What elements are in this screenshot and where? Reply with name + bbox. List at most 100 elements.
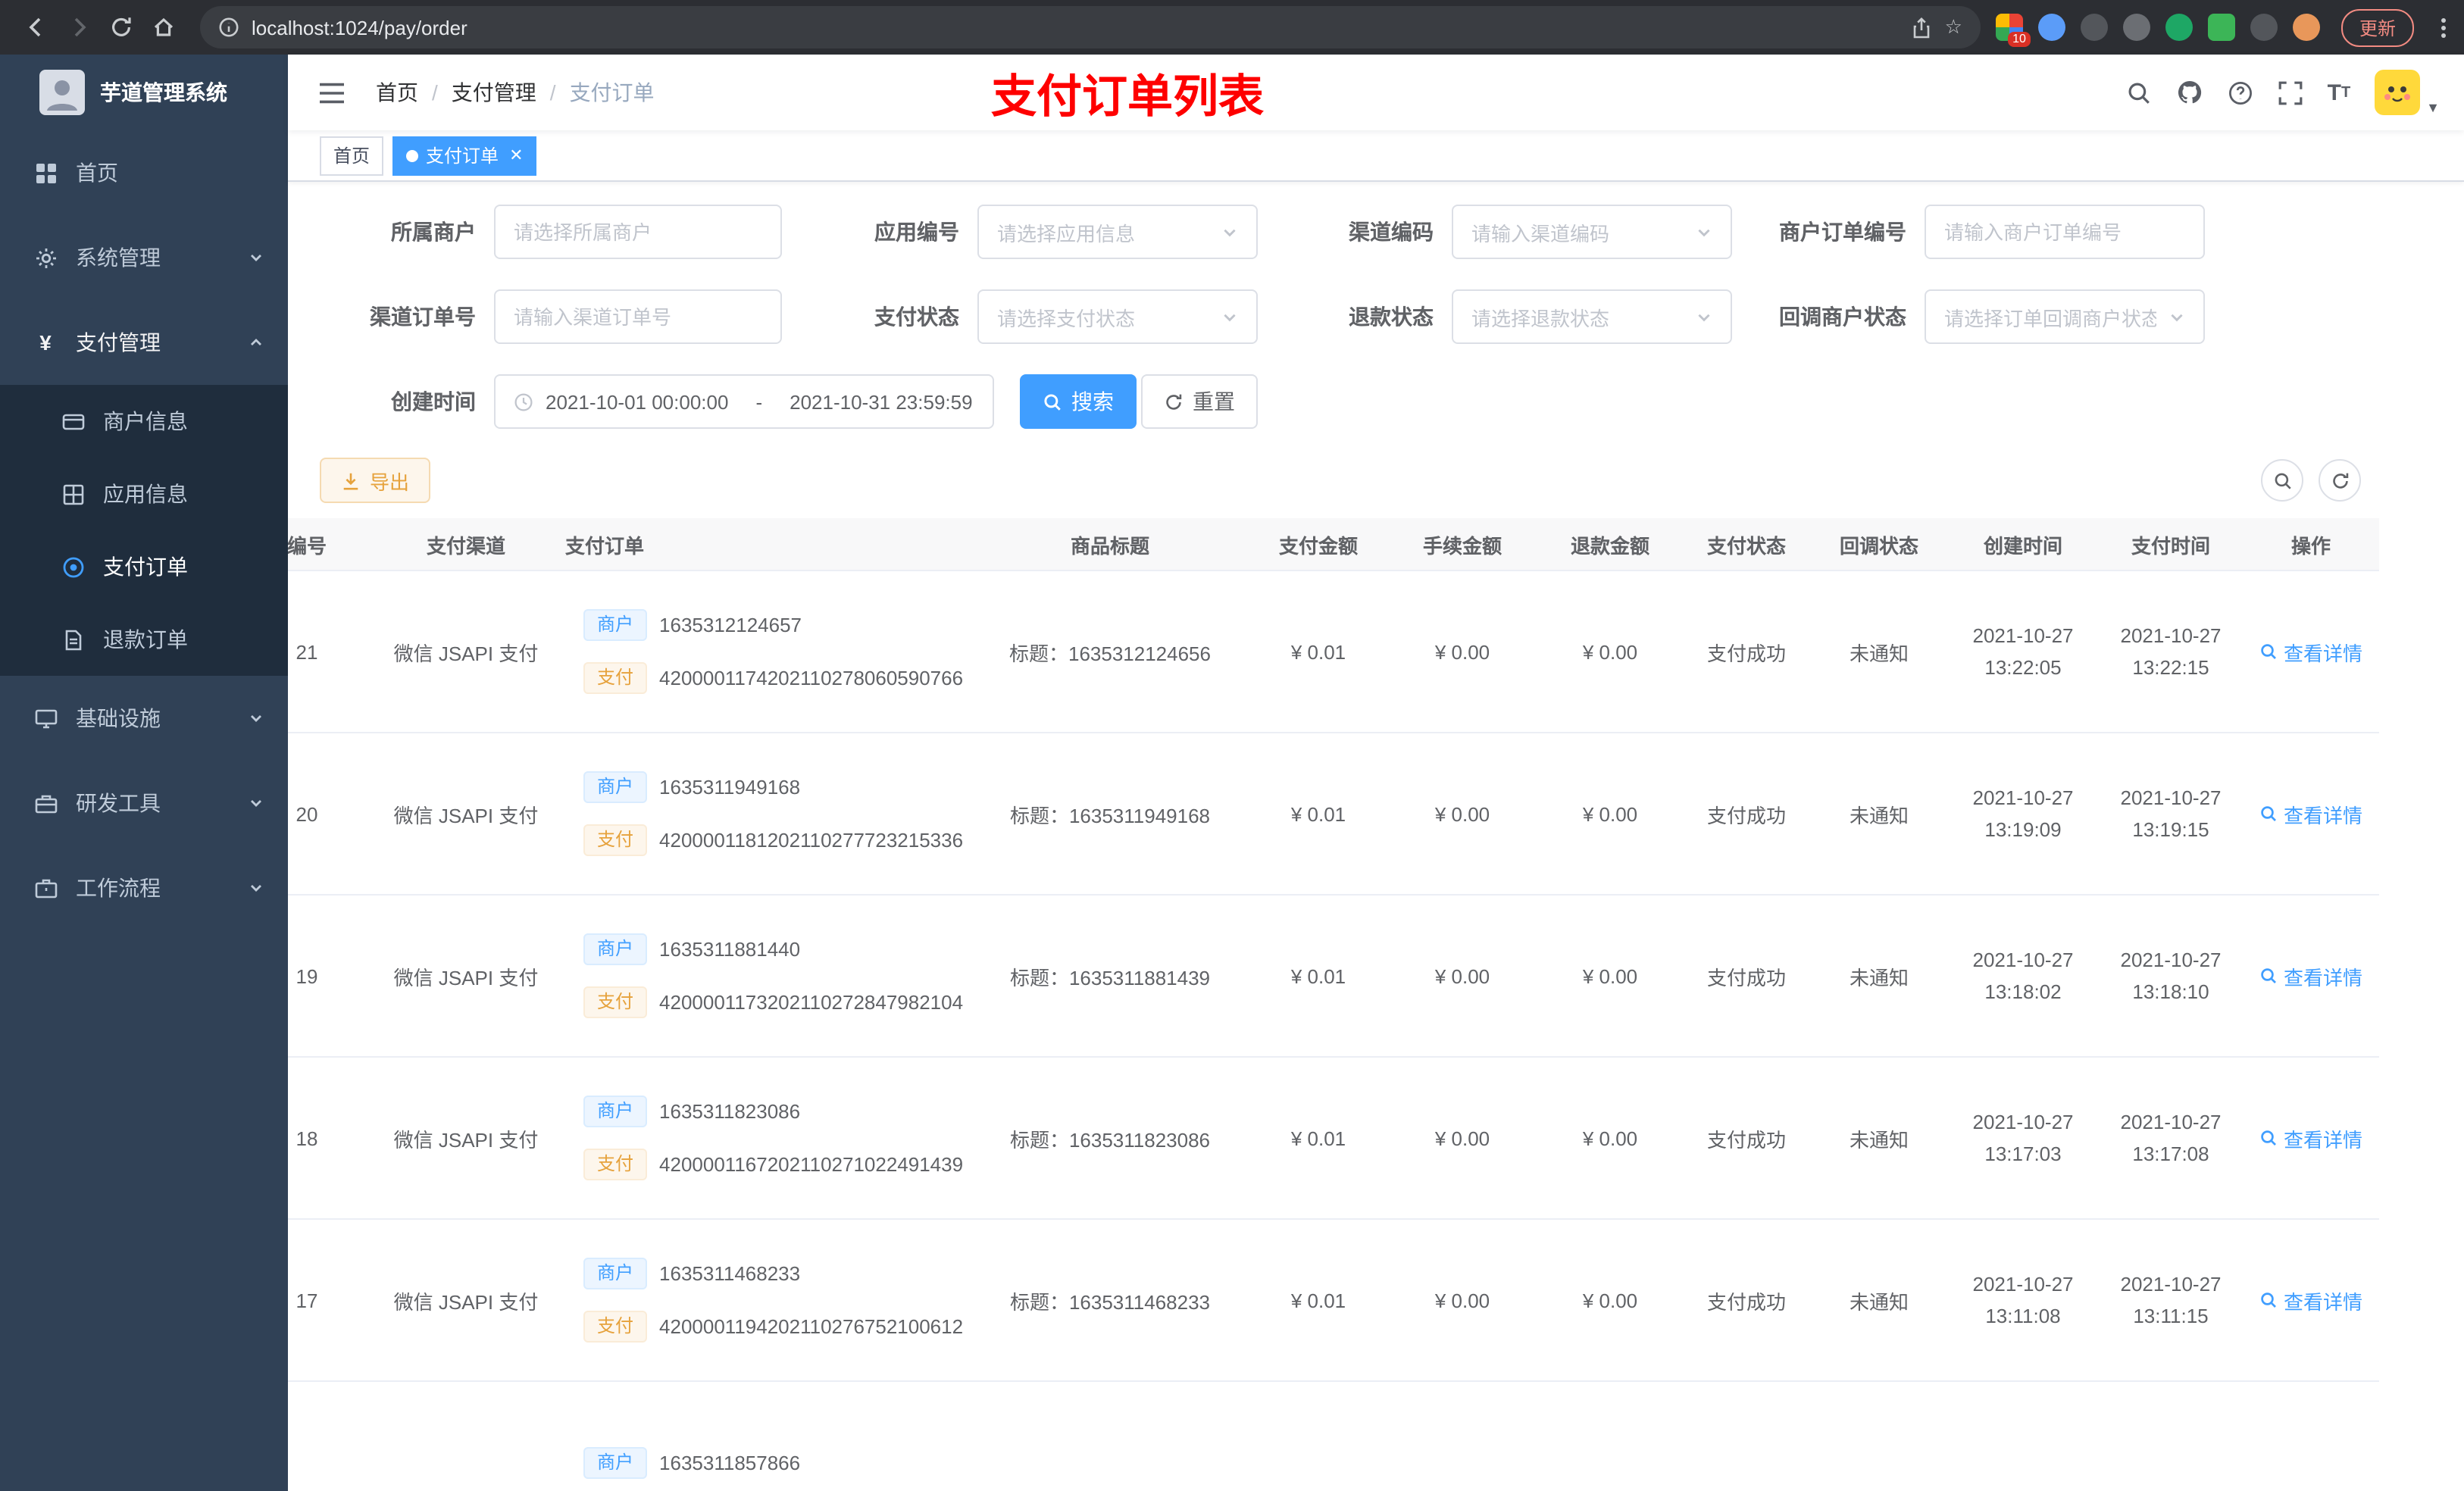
cell-create-time: 2021-10-27 13:19:09: [1972, 786, 2074, 841]
export-button[interactable]: 导出: [320, 458, 431, 503]
fullscreen-icon[interactable]: [2278, 80, 2303, 105]
sidebar-item-home[interactable]: 首页: [0, 130, 288, 215]
hamburger-icon[interactable]: [312, 75, 352, 110]
cell-status: 支付成功: [1706, 642, 1786, 664]
search-icon: [2261, 968, 2276, 983]
filter-channel-code: 渠道编码 请输入渠道编码: [1265, 205, 1732, 259]
sidebar-item-workflow[interactable]: 工作流程: [0, 846, 288, 930]
merchant-order-line: 商户 1635311468233: [583, 1258, 800, 1289]
font-size-icon[interactable]: TT: [2328, 80, 2351, 105]
forward-icon[interactable]: [58, 6, 100, 48]
merchant-order-no-input[interactable]: [1925, 205, 2205, 259]
user-avatar[interactable]: [2375, 70, 2421, 115]
tab-home[interactable]: 首页: [320, 136, 384, 175]
view-detail-link[interactable]: 查看详情: [2259, 1124, 2362, 1152]
help-icon[interactable]: [2228, 80, 2253, 105]
chevron-down-icon: [249, 796, 264, 811]
channel-code-select[interactable]: 请输入渠道编码: [1452, 205, 1732, 259]
sidebar-item-label: 商户信息: [103, 409, 188, 433]
back-icon[interactable]: [15, 6, 58, 48]
date-end[interactable]: 2021-10-31 23:59:59: [790, 390, 972, 413]
toggle-search-button[interactable]: [2261, 459, 2303, 502]
download-icon: [343, 472, 358, 489]
table-row: 19 微信 JSAPI 支付 商户 1635311881440 支付 42000…: [288, 896, 2379, 1058]
merchant-badge: 商户: [583, 771, 648, 803]
view-detail-link[interactable]: 查看详情: [2259, 799, 2362, 828]
date-start[interactable]: 2021-10-01 00:00:00: [546, 390, 728, 413]
breadcrumb-payment[interactable]: 支付管理: [452, 77, 536, 108]
col-id: 编号: [288, 534, 327, 557]
cell-pay-time: 2021-10-27 13:17:08: [2120, 1110, 2222, 1165]
sidebar-item-infrastructure[interactable]: 基础设施: [0, 676, 288, 761]
reset-button-label: 重置: [1193, 389, 1235, 414]
chevron-down-icon: [249, 711, 264, 726]
sidebar-item-system[interactable]: 系统管理: [0, 215, 288, 300]
extension-icon-grid[interactable]: 10: [1995, 14, 2031, 47]
refund-status-select[interactable]: 请选择退款状态: [1452, 289, 1732, 344]
extension-icon-green-check[interactable]: [2165, 14, 2193, 41]
filter-channel-order-no: 渠道订单号: [291, 289, 782, 344]
table-row: 18 微信 JSAPI 支付 商户 1635311823086 支付 42000…: [288, 1058, 2379, 1220]
app-no-select[interactable]: 请选择应用信息: [977, 205, 1258, 259]
extension-icon-pin[interactable]: [2250, 14, 2278, 41]
merchant-badge: 商户: [583, 1096, 648, 1127]
merchant-badge: 商户: [583, 933, 648, 965]
col-create-time: 创建时间: [1983, 534, 2062, 557]
url-text[interactable]: localhost:1024/pay/order: [252, 16, 1900, 39]
breadcrumb-home[interactable]: 首页: [376, 77, 418, 108]
sidebar-item-dev-tools[interactable]: 研发工具: [0, 761, 288, 846]
callback-status-select[interactable]: 请选择订单回调商户状态: [1925, 289, 2205, 344]
browser-profile-avatar[interactable]: [2292, 14, 2320, 41]
browser-update-button[interactable]: 更新: [2340, 8, 2414, 46]
orders-table: 编号 支付渠道 支付订单 商品标题 支付金额 手续金额 退款金额 支付状态 回调…: [288, 518, 2379, 1491]
tab-close-icon[interactable]: ✕: [509, 145, 523, 165]
search-button[interactable]: 搜索: [1020, 374, 1137, 429]
credit-card-icon: [61, 410, 85, 433]
share-icon[interactable]: [1912, 16, 1933, 39]
logo-avatar: [39, 70, 85, 115]
date-range-input[interactable]: 2021-10-01 00:00:00 - 2021-10-31 23:59:5…: [494, 374, 994, 429]
reset-button[interactable]: 重置: [1141, 374, 1258, 429]
breadcrumb-current: 支付订单: [569, 80, 655, 105]
cell-status: 支付成功: [1706, 1128, 1786, 1151]
sidebar-item-label: 首页: [76, 161, 118, 185]
bookmark-star-icon[interactable]: ☆: [1945, 15, 1962, 39]
sidebar-item-app-info[interactable]: 应用信息: [0, 458, 288, 530]
sidebar-item-refund-order[interactable]: 退款订单: [0, 603, 288, 676]
reload-icon[interactable]: [100, 6, 142, 48]
extension-icon-blue[interactable]: [2037, 14, 2065, 41]
url-bar[interactable]: localhost:1024/pay/order ☆: [200, 6, 1981, 48]
site-info-icon[interactable]: [218, 17, 239, 38]
user-avatar-wrap[interactable]: ▼: [2375, 70, 2440, 115]
cell-id: 20: [295, 802, 318, 825]
view-detail-link[interactable]: 查看详情: [2259, 961, 2362, 990]
sidebar-item-pay-order[interactable]: 支付订单: [0, 530, 288, 603]
monitor-icon: [33, 707, 58, 730]
sidebar-item-payment[interactable]: ¥ 支付管理: [0, 300, 288, 385]
filter-label: 商户订单编号: [1779, 220, 1906, 244]
document-icon: [61, 628, 85, 651]
cell-refund: ¥ 0.00: [1582, 964, 1638, 987]
browser-menu-icon[interactable]: [2438, 14, 2449, 40]
github-icon[interactable]: [2176, 79, 2203, 106]
extension-icon-green-square[interactable]: [2207, 14, 2235, 41]
extensions-area: 10 更新: [1995, 8, 2449, 47]
extension-icon-dark-2[interactable]: [2122, 14, 2150, 41]
search-icon[interactable]: [2126, 80, 2152, 105]
merchant-input[interactable]: [494, 205, 782, 259]
sidebar-item-merchant-info[interactable]: 商户信息: [0, 385, 288, 458]
extension-icon-dark-1[interactable]: [2080, 14, 2108, 41]
extension-badge: 10: [2008, 32, 2031, 47]
cell-channel: 微信 JSAPI 支付: [393, 804, 539, 827]
view-detail-link[interactable]: 查看详情: [2259, 1286, 2362, 1314]
refresh-table-button[interactable]: [2319, 459, 2361, 502]
filter-app-no: 应用编号 请选择应用信息: [791, 205, 1258, 259]
pay-status-select[interactable]: 请选择支付状态: [977, 289, 1258, 344]
channel-order-no-input[interactable]: [494, 289, 782, 344]
cell-create-time: 2021-10-27 13:17:03: [1972, 1110, 2074, 1165]
view-detail-link[interactable]: 查看详情: [2259, 637, 2362, 666]
tab-pay-order[interactable]: 支付订单 ✕: [392, 136, 537, 175]
home-icon[interactable]: [142, 6, 185, 48]
merchant-badge: 商户: [583, 1446, 648, 1478]
filter-label: 回调商户状态: [1779, 305, 1906, 329]
